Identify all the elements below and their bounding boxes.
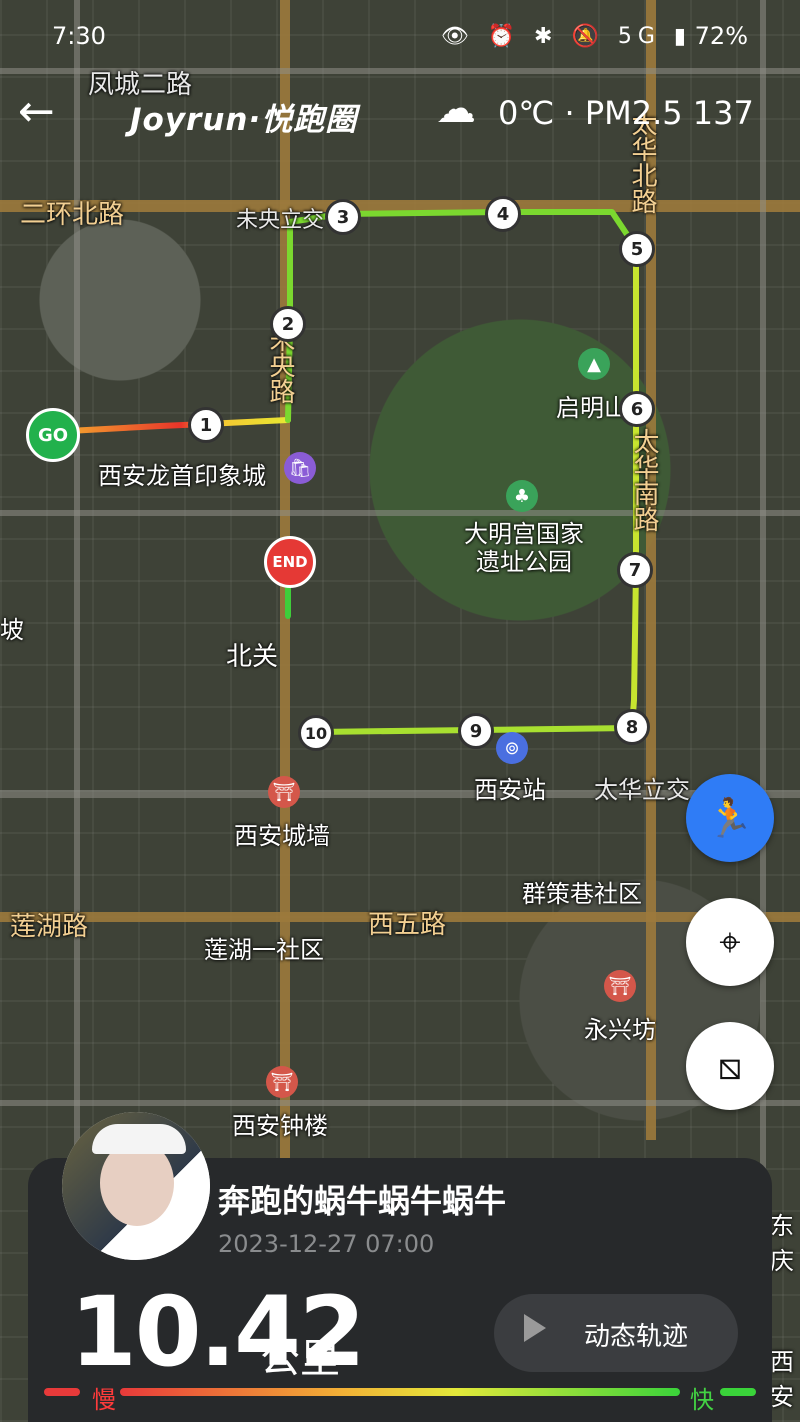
runner-mode-button[interactable]: 🏃 <box>686 774 774 862</box>
place-city-wall: 西安城墙 <box>234 822 330 850</box>
cloud-icon: ☁ <box>436 86 476 132</box>
km-marker-6[interactable]: 6 <box>619 391 655 427</box>
status-time: 7:30 <box>52 22 106 50</box>
back-arrow-icon[interactable]: ← <box>18 90 55 134</box>
run-date: 2023-12-27 07:00 <box>218 1230 435 1258</box>
road-label-lianhu: 莲湖路 <box>10 912 89 942</box>
pace-legend-gradient <box>120 1388 680 1396</box>
distance-unit: 公里 <box>260 1336 340 1382</box>
play-icon <box>524 1314 546 1342</box>
place-qunce: 群策巷社区 <box>522 880 642 908</box>
km-marker-7[interactable]: 7 <box>617 552 653 588</box>
km-marker-3[interactable]: 3 <box>325 199 361 235</box>
landmark-icon: ⛩ <box>266 1066 298 1098</box>
km-marker-2[interactable]: 2 <box>270 306 306 342</box>
place-qimingshan: 启明山 <box>556 394 628 422</box>
place-edge-east2: 西安 <box>770 1348 794 1411</box>
landmark-icon: ⛩ <box>604 970 636 1002</box>
username[interactable]: 奔跑的蜗牛蜗牛蜗牛 <box>218 1176 506 1222</box>
battery-level: 72% <box>694 22 748 50</box>
start-marker[interactable]: GO <box>26 408 80 462</box>
top-bar: ← Joyrun·悦跑圈 ☁ 0℃ · PM2.5 137 <box>0 84 800 144</box>
km-marker-1[interactable]: 1 <box>188 407 224 443</box>
status-icons: 👁 ⏰ ✱ 🔕 5G ▮ <box>440 24 692 49</box>
place-beiguan: 北关 <box>226 642 279 672</box>
km-marker-4[interactable]: 4 <box>485 196 521 232</box>
dynamic-track-button[interactable]: 动态轨迹 <box>494 1294 738 1372</box>
place-xian-station: 西安站 <box>474 776 546 804</box>
pace-legend-fast-bar <box>720 1388 756 1396</box>
avatar[interactable] <box>62 1112 210 1260</box>
place-longshou: 西安龙首印象城 <box>98 462 266 490</box>
crosshair-icon: ⌖ <box>719 919 741 964</box>
place-lianhu-community: 莲湖一社区 <box>204 936 324 964</box>
shopping-bag-icon: 🛍 <box>284 452 316 484</box>
park-icon: ♣ <box>506 480 538 512</box>
pace-legend-slow: 慢 <box>92 1386 116 1414</box>
landmark-icon: ⛩ <box>268 776 300 808</box>
place-edge-west: 坡 <box>0 616 24 644</box>
locate-button[interactable]: ⌖ <box>686 898 774 986</box>
road-label-taihua-south: 太华南路 <box>629 428 659 532</box>
route-segment-west <box>47 417 291 435</box>
km-marker-8[interactable]: 8 <box>614 709 650 745</box>
end-marker[interactable]: END <box>264 536 316 588</box>
pace-legend-slow-bar <box>44 1388 80 1396</box>
place-edge-east: 东庆 <box>770 1212 794 1275</box>
status-bar: 7:30 👁 ⏰ ✱ 🔕 5G ▮ 72% <box>0 0 800 74</box>
road-label-weiyang-interchange: 未央立交 <box>236 208 325 233</box>
road-label-erhuan: 二环北路 <box>20 200 125 230</box>
place-yongxingfang: 永兴坊 <box>584 1016 656 1044</box>
app-brand: Joyrun·悦跑圈 <box>130 102 358 138</box>
mountain-icon: ▲ <box>578 348 610 380</box>
road-label-xiwu: 西五路 <box>368 910 447 940</box>
km-marker-10[interactable]: 10 <box>298 715 334 751</box>
weather-info: 0℃ · PM2.5 137 <box>498 94 754 132</box>
layer-toggle-icon: ⧅ <box>717 1043 743 1088</box>
km-marker-5[interactable]: 5 <box>619 231 655 267</box>
dynamic-track-label: 动态轨迹 <box>584 1322 689 1352</box>
place-bell-tower: 西安钟楼 <box>232 1112 328 1140</box>
train-station-icon: ⊚ <box>496 732 528 764</box>
pace-legend-fast: 快 <box>690 1386 714 1414</box>
place-daminggong: 大明宫国家遗址公园 <box>464 520 584 576</box>
map-layer-button[interactable]: ⧅ <box>686 1022 774 1110</box>
km-marker-9[interactable]: 9 <box>458 713 494 749</box>
runner-icon: 🏃 <box>706 795 754 840</box>
road-label-taihua-interchange: 太华立交 <box>594 776 690 804</box>
